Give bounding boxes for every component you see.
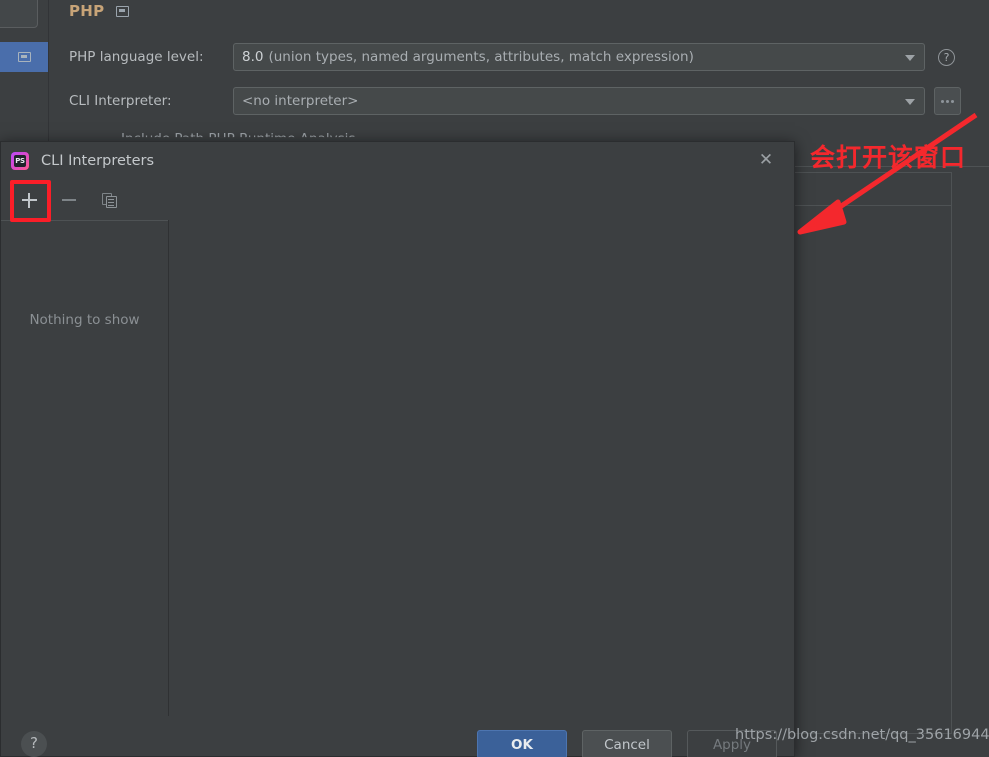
phpstorm-logo-text: PS	[14, 155, 26, 167]
watermark-text: https://blog.csdn.net/qq_35616944	[735, 727, 989, 743]
dialog-splitter[interactable]	[168, 220, 169, 716]
php-language-level-label: PHP language level:	[69, 49, 204, 65]
cli-interpreters-dialog: PS CLI Interpreters ✕ Nothing to show ? …	[0, 141, 795, 757]
cli-interpreter-value: <no interpreter>	[242, 93, 359, 109]
ellipsis-dot-icon	[951, 99, 954, 103]
cli-interpreter-label: CLI Interpreter:	[69, 93, 172, 109]
chevron-down-icon	[905, 99, 915, 105]
page-title: PHP	[69, 2, 105, 20]
phpstorm-logo-icon: PS	[11, 152, 29, 170]
copy-icon	[101, 192, 117, 208]
sidebar-item-php[interactable]	[0, 42, 48, 72]
screenshot-root: PHP PHP language level: 8.0 (union types…	[0, 0, 989, 757]
callout-text: 会打开该窗口	[810, 143, 967, 172]
ellipsis-dot-icon	[941, 99, 944, 103]
cancel-button[interactable]: Cancel	[582, 730, 672, 757]
field-php-language-level: PHP language level: 8.0 (union types, na…	[69, 43, 989, 71]
remove-interpreter-button[interactable]	[55, 186, 83, 214]
php-language-level-combo[interactable]: 8.0 (union types, named arguments, attri…	[233, 43, 925, 71]
chevron-down-icon	[905, 55, 915, 61]
dialog-titlebar: PS CLI Interpreters ✕	[1, 142, 794, 180]
minus-icon	[62, 199, 76, 201]
background-table-body	[790, 206, 952, 734]
close-icon[interactable]: ✕	[756, 151, 776, 171]
help-icon[interactable]: ?	[938, 48, 955, 66]
plus-icon	[21, 192, 37, 208]
copy-interpreter-button[interactable]	[95, 186, 123, 214]
copy-icon-front	[105, 195, 117, 208]
dialog-body: Nothing to show	[1, 220, 794, 716]
dialog-toolbar	[1, 180, 794, 220]
add-interpreter-button[interactable]	[15, 186, 43, 214]
window-icon	[116, 5, 130, 17]
php-language-level-detail: (union types, named arguments, attribute…	[268, 49, 694, 65]
dialog-title: CLI Interpreters	[41, 153, 155, 169]
module-icon	[17, 52, 31, 62]
ellipsis-dot-icon	[946, 99, 949, 103]
interpreter-list-empty-message: Nothing to show	[29, 312, 140, 328]
dialog-footer: ? OK Cancel Apply	[1, 716, 794, 757]
sidebar-search-box[interactable]	[0, 0, 38, 28]
toolbar-underline	[1, 220, 168, 221]
help-button[interactable]: ?	[21, 731, 47, 757]
ok-button[interactable]: OK	[477, 730, 567, 757]
php-language-level-value: 8.0	[242, 49, 264, 65]
page-title-row: PHP	[69, 0, 130, 22]
